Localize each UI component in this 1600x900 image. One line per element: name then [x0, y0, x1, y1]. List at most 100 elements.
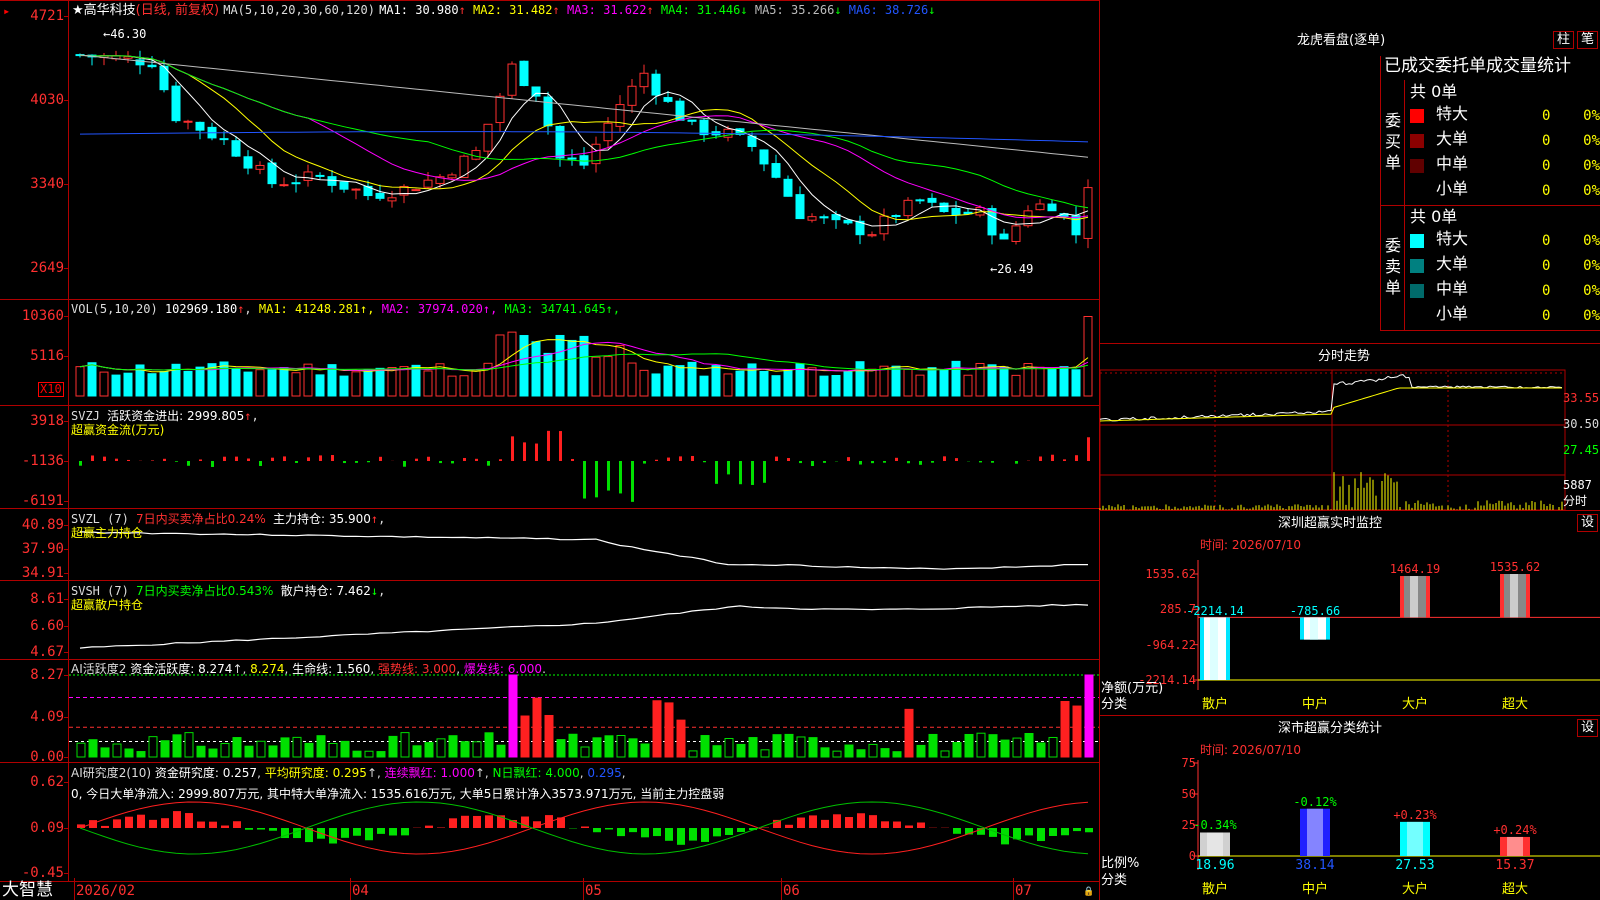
candle-body	[1035, 203, 1045, 211]
activity-bar	[568, 733, 578, 758]
ma-value-3: MA3: 31.622	[566, 3, 647, 17]
classify-xlabel: 分类	[1101, 873, 1128, 888]
activity-bar	[364, 750, 374, 758]
svsh-ytick-0: 8.61	[30, 591, 64, 607]
activity-bar	[832, 750, 842, 758]
classify-settings-button[interactable]: 设	[1577, 719, 1599, 737]
activity-bar	[244, 745, 254, 758]
ma-line-5	[79, 54, 1089, 158]
svzj-ytick-1: -1136	[21, 453, 64, 469]
research-bar	[785, 824, 793, 828]
activity-bar	[160, 740, 170, 758]
candle-body	[195, 121, 205, 131]
monitor-settings-button[interactable]: 设	[1577, 514, 1599, 532]
buy-color-swatch	[1410, 159, 1424, 173]
volume-bar	[951, 360, 961, 397]
sell-side-label: 委卖单	[1384, 236, 1401, 297]
volume-bar	[867, 368, 877, 397]
buy-color-swatch	[1410, 184, 1424, 198]
activity-bar	[292, 736, 302, 758]
activity-bar	[1084, 674, 1094, 758]
vol-unit-badge[interactable]: X10	[38, 382, 64, 397]
volume-bar	[843, 371, 853, 397]
volume-bar	[927, 367, 937, 397]
sell-row-0-name: 特大	[1436, 229, 1469, 248]
research-bar	[113, 819, 121, 828]
column-view-button[interactable]: 柱	[1553, 31, 1575, 49]
fund-flow-bar	[211, 461, 214, 467]
volume-bar	[699, 375, 709, 397]
sell-color-swatch	[1410, 284, 1424, 298]
buy-row-2-pct: 0%	[1583, 158, 1600, 174]
activity-bar	[196, 745, 206, 758]
volume-bar	[915, 374, 925, 397]
volume-bar	[759, 370, 769, 397]
buy-row-0-name: 特大	[1436, 104, 1469, 123]
research-bar	[725, 828, 733, 835]
monitor-time: 时间: 2026/07/10	[1200, 538, 1302, 552]
volume-bar	[807, 367, 817, 397]
fund-flow-bar	[175, 461, 178, 462]
activity-bar	[220, 743, 230, 758]
volume-bar	[219, 361, 229, 397]
fund-flow-bar	[943, 456, 946, 461]
fund-flow-bar	[451, 461, 454, 464]
research-bar	[245, 828, 253, 830]
monitor-xlabel: 分类	[1101, 697, 1128, 712]
classify-time: 时间: 2026/07/10	[1200, 743, 1302, 757]
research-bar	[401, 828, 409, 836]
activity-bar	[340, 740, 350, 758]
monitor-bar-chart	[1193, 560, 1600, 690]
classify-category-3: 超大	[1501, 882, 1529, 897]
fund-flow-bar	[223, 456, 226, 461]
menu-marker-icon[interactable]: ▸	[3, 3, 10, 19]
activity-bar	[892, 751, 902, 758]
candle-body	[567, 157, 577, 160]
candle-body	[639, 72, 649, 88]
monitor-bar-label-1: -785.66	[1289, 604, 1341, 619]
monitor-category-2: 大户	[1401, 697, 1429, 712]
research-bar	[365, 828, 373, 841]
research-bar	[893, 821, 901, 828]
research-bar	[149, 819, 157, 828]
fund-flow-bar	[259, 461, 262, 466]
classify-category-0: 散户	[1201, 882, 1229, 897]
volume-bar	[1071, 369, 1081, 397]
volume-bar	[387, 367, 397, 397]
volume-bar	[111, 374, 121, 397]
research-bar	[641, 828, 649, 838]
research-bar	[881, 821, 889, 828]
activity-bar	[424, 742, 434, 758]
research-bar	[1073, 828, 1081, 832]
stock-name[interactable]: 高华科技	[84, 3, 136, 18]
buy-color-swatch	[1410, 109, 1424, 123]
tick-view-button[interactable]: 笔	[1577, 31, 1599, 49]
classify-change-2: +0.23%	[1393, 807, 1437, 822]
fund-flow-bar	[583, 461, 586, 499]
fund-flow-bar	[1051, 454, 1054, 461]
fund-flow-bar	[535, 443, 538, 461]
ma-value-6: MA6: 38.726	[848, 3, 929, 17]
chart-mode[interactable]: (日线, 前复权)	[136, 3, 219, 18]
volume-bar	[351, 371, 361, 397]
lock-icon[interactable]: 🔒	[1083, 884, 1094, 900]
activity-bar	[964, 733, 974, 758]
svsh-ytick-2: 4.67	[30, 644, 64, 660]
research-bar	[197, 821, 205, 828]
candle-body	[375, 192, 385, 199]
candle-body	[795, 194, 805, 220]
volume-bar	[447, 375, 457, 397]
svsh-subtitle: 超赢散户持仓	[71, 598, 144, 612]
research-bar	[821, 819, 829, 828]
volume-bar	[723, 373, 733, 397]
app-logo[interactable]: 大智慧	[2, 881, 53, 900]
star-icon[interactable]: ★	[72, 3, 84, 18]
research-bar	[425, 825, 433, 828]
svzj-ytick-0: 3918	[30, 413, 64, 429]
activity-bar	[496, 744, 506, 758]
activity-bar	[1024, 733, 1034, 758]
ma-line-1	[79, 54, 1089, 227]
activity-bar	[280, 737, 290, 758]
fund-flow-bar	[151, 460, 154, 461]
volume-bar	[363, 369, 373, 397]
